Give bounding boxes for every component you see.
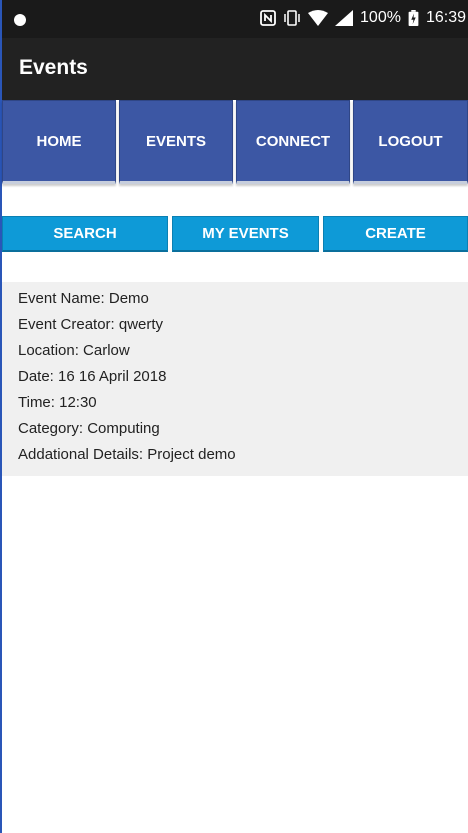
phone-screen: 100% 16:39 Events HOME EVENTS CONNECT LO… — [0, 0, 468, 833]
my-events-button[interactable]: MY EVENTS — [172, 216, 319, 252]
status-bar: 100% 16:39 — [2, 0, 468, 38]
app-bar: Events — [2, 38, 468, 100]
event-time: Time: 12:30 — [18, 394, 97, 411]
battery-percent: 100% — [360, 9, 401, 26]
event-name: Event Name: Demo — [18, 290, 149, 307]
event-creator: Event Creator: qwerty — [18, 316, 164, 333]
events-button[interactable]: EVENTS — [119, 100, 233, 184]
nfc-icon — [260, 10, 276, 26]
battery-charging-icon — [408, 10, 419, 26]
main-nav: HOME EVENTS CONNECT LOGOUT — [2, 100, 468, 186]
home-button[interactable]: HOME — [2, 100, 116, 184]
wifi-icon — [308, 10, 329, 26]
event-additional-details: Addational Details: Project demo — [18, 446, 236, 463]
event-details: Event Name: Demo Event Creator: qwerty L… — [2, 282, 468, 476]
create-button[interactable]: CREATE — [323, 216, 468, 252]
events-sub-nav: SEARCH MY EVENTS CREATE — [2, 216, 468, 254]
clock-time: 16:39 — [425, 9, 466, 26]
connect-button[interactable]: CONNECT — [236, 100, 350, 184]
search-button[interactable]: SEARCH — [2, 216, 168, 252]
event-location: Location: Carlow — [18, 342, 130, 359]
event-category: Category: Computing — [18, 420, 160, 437]
camera-dot-icon — [14, 14, 26, 26]
vibrate-icon — [284, 10, 300, 26]
event-date: Date: 16 16 April 2018 — [18, 368, 167, 385]
signal-icon — [335, 10, 354, 26]
logout-button[interactable]: LOGOUT — [353, 100, 468, 184]
page-title: Events — [19, 56, 88, 79]
status-icons: 100% 16:39 — [260, 8, 466, 28]
